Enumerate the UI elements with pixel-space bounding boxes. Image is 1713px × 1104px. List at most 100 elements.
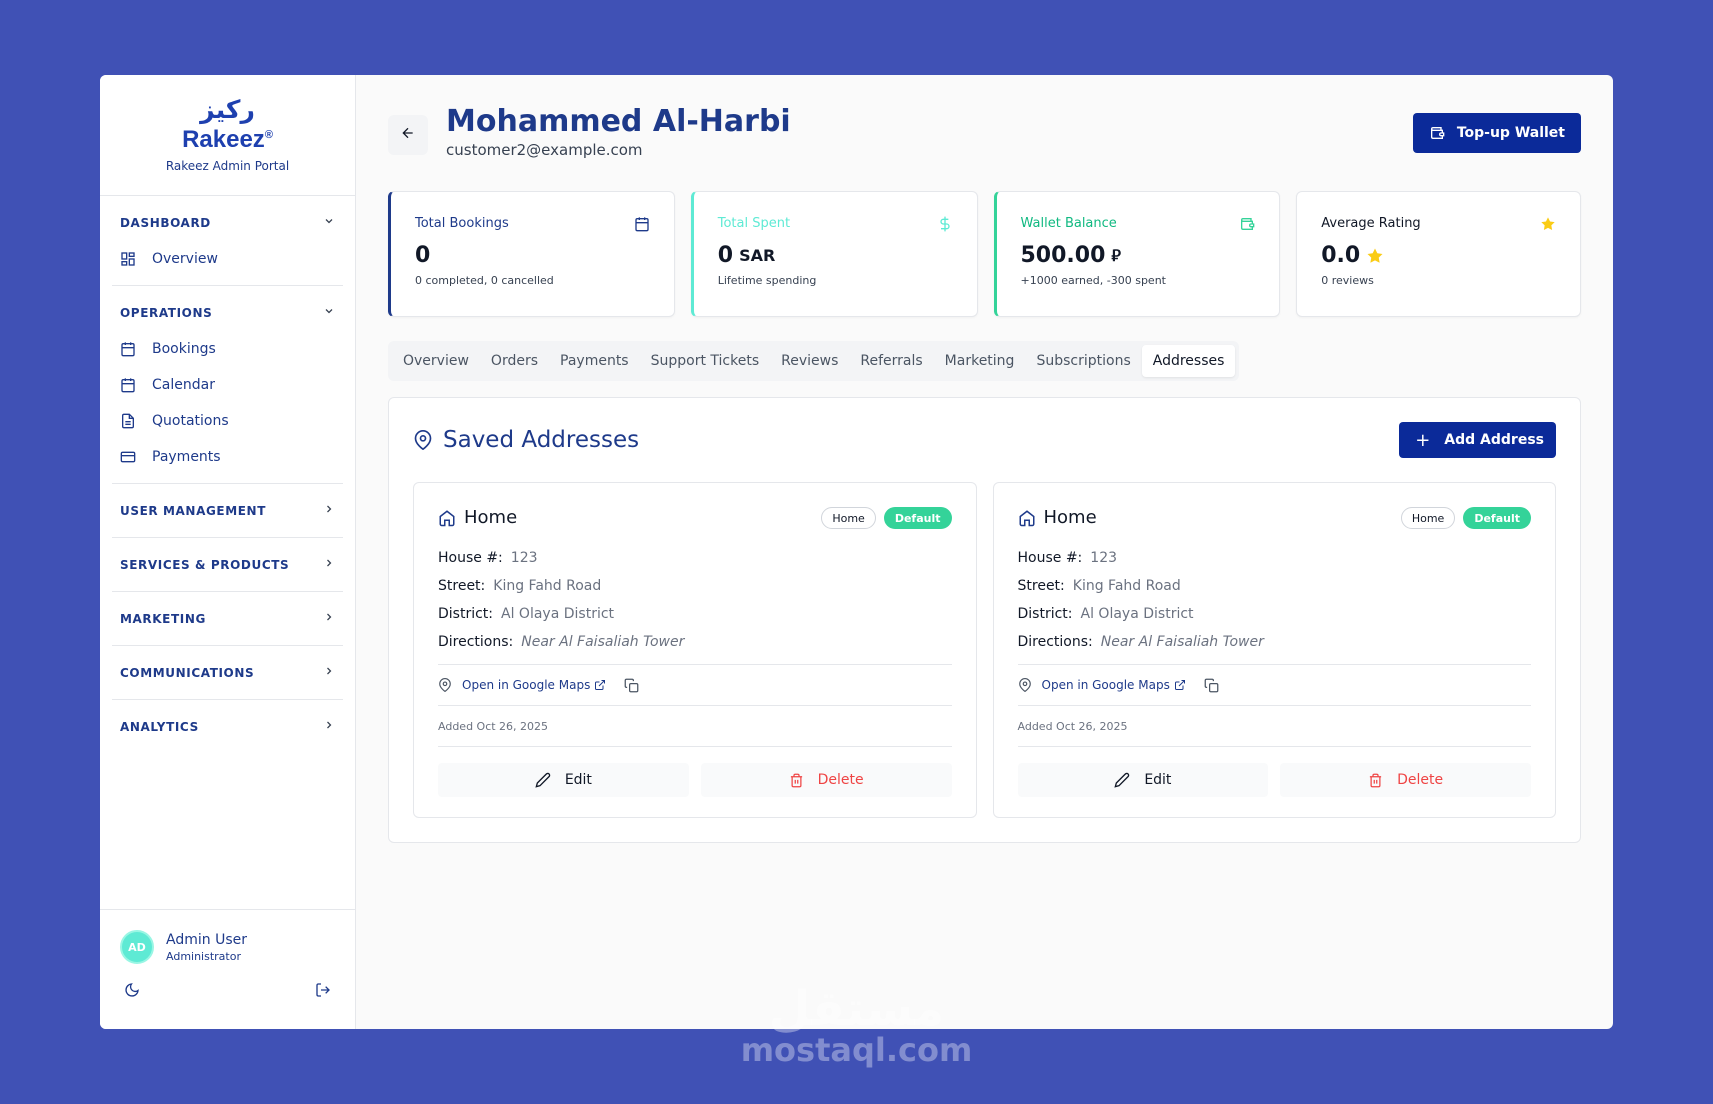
sidebar-item-quotations[interactable]: Quotations <box>112 403 343 439</box>
address-type-badge: Home <box>821 507 876 529</box>
stat-sub: 0 completed, 0 cancelled <box>415 274 554 287</box>
stat-card-total-bookings: Total Bookings 0 0 completed, 0 cancelle… <box>388 191 675 317</box>
app-window: ركيز Rakeez® Rakeez Admin Portal DASHBOA… <box>100 75 1613 1029</box>
home-icon <box>1018 509 1036 527</box>
brand-logo[interactable]: ركيز Rakeez® Rakeez Admin Portal <box>100 75 355 196</box>
dollar-icon <box>937 216 953 232</box>
stat-value: 0 <box>415 243 650 268</box>
sidebar-item-payments[interactable]: Payments <box>112 439 343 475</box>
topup-wallet-button[interactable]: Top-up Wallet <box>1412 113 1581 153</box>
customer-tabs: Overview Orders Payments Support Tickets… <box>388 341 1240 381</box>
stat-value-number: 0 <box>717 243 734 268</box>
calendar-icon <box>634 216 650 232</box>
address-cards: Home Home Default House #: 123 Street: Kin… <box>389 482 1580 818</box>
brand-name-text: Rakeez <box>182 126 265 153</box>
chevron-right-icon <box>323 503 335 518</box>
edit-button[interactable]: Edit <box>438 763 689 797</box>
tab-subscriptions[interactable]: Subscriptions <box>1025 345 1141 377</box>
sidebar-item-bookings[interactable]: Bookings <box>112 331 343 367</box>
star-icon <box>1540 216 1556 232</box>
home-icon <box>438 509 456 527</box>
nav-section-dashboard: DASHBOARD Overview <box>112 196 343 286</box>
address-card: Home Home Default House #: 123 Street: Kin… <box>413 482 977 818</box>
stat-card-wallet-balance: Wallet Balance 500.00 ⃁ +1000 earned, -30… <box>993 191 1281 317</box>
sidebar-item-overview[interactable]: Overview <box>112 241 343 277</box>
nav-section-label: SERVICES & PRODUCTS <box>120 557 290 572</box>
nav-section-label: ANALYTICS <box>120 719 199 734</box>
plus-icon: + <box>1415 429 1431 451</box>
divider <box>1017 746 1531 747</box>
field-label: District: <box>438 606 494 622</box>
nav-section-user-management-toggle[interactable]: USER MANAGEMENT <box>112 492 343 529</box>
nav-section-label: USER MANAGEMENT <box>120 503 266 518</box>
stat-label: Total Spent <box>717 216 791 231</box>
add-address-button[interactable]: + Add Address <box>1399 422 1556 458</box>
copy-icon[interactable] <box>1204 678 1219 693</box>
stat-label: Total Bookings <box>415 216 509 231</box>
credit-card-icon <box>120 449 136 465</box>
field-label: District: <box>1017 606 1073 622</box>
field-value: Al Olaya District <box>501 606 615 622</box>
edit-label: Edit <box>564 772 592 788</box>
nav-section-analytics-toggle[interactable]: ANALYTICS <box>112 708 343 745</box>
nav-section-services-products-toggle[interactable]: SERVICES & PRODUCTS <box>112 546 343 583</box>
field-directions: Directions: Near Al Faisaliah Tower <box>1018 628 1532 656</box>
edit-button[interactable]: Edit <box>1017 763 1269 797</box>
tab-support-tickets[interactable]: Support Tickets <box>640 345 771 377</box>
sidebar-item-label: Payments <box>152 449 221 465</box>
field-value: King Fahd Road <box>493 578 602 594</box>
field-label: Directions: <box>1017 634 1093 650</box>
addresses-panel-header: Saved Addresses + Add Address <box>389 398 1580 482</box>
divider <box>438 746 952 747</box>
chevron-right-icon <box>323 557 335 572</box>
tab-reviews[interactable]: Reviews <box>770 345 849 377</box>
copy-icon[interactable] <box>624 678 639 693</box>
map-pin-icon <box>413 430 433 450</box>
address-type-badge: Home <box>1400 507 1456 529</box>
tab-payments[interactable]: Payments <box>549 345 640 377</box>
back-button[interactable] <box>388 115 428 155</box>
edit-label: Edit <box>1144 772 1172 788</box>
stat-sub: +1000 earned, -300 spent <box>1020 274 1167 287</box>
delete-button[interactable]: Delete <box>700 763 952 797</box>
brand-arabic-name: ركيز <box>200 95 255 124</box>
stat-unit: SAR <box>739 246 776 265</box>
stats-row: Total Bookings 0 0 completed, 0 cancelle… <box>388 191 1581 317</box>
watermark: مستقل mostaql.com <box>0 985 1713 1067</box>
nav-section-marketing: MARKETING <box>112 592 343 646</box>
external-link-icon <box>594 679 606 691</box>
sidebar-item-label: Quotations <box>152 413 229 429</box>
chevron-right-icon <box>323 665 335 680</box>
avatar: AD <box>120 930 154 964</box>
addresses-panel: Saved Addresses + Add Address Home Home … <box>388 397 1581 843</box>
chevron-right-icon <box>323 719 335 734</box>
user-profile[interactable]: AD Admin User Administrator <box>100 910 355 964</box>
tab-orders[interactable]: Orders <box>480 345 549 377</box>
nav-section-operations-toggle[interactable]: OPERATIONS <box>112 294 343 331</box>
tab-addresses[interactable]: Addresses <box>1141 345 1236 377</box>
nav-section-label: DASHBOARD <box>120 215 211 230</box>
nav-section-communications-toggle[interactable]: COMMUNICATIONS <box>112 654 343 691</box>
address-fields: House #: 123 Street: King Fahd Road Distri… <box>1018 544 1532 656</box>
nav-section-label: MARKETING <box>120 611 206 626</box>
user-info: Admin User Administrator <box>166 932 247 963</box>
maps-row: Open in Google Maps <box>438 665 952 705</box>
delete-label: Delete <box>1397 772 1444 788</box>
calendar-days-icon <box>120 341 136 357</box>
open-google-maps-link[interactable]: Open in Google Maps <box>462 678 590 692</box>
sidebar-item-calendar[interactable]: Calendar <box>112 367 343 403</box>
nav-section-marketing-toggle[interactable]: MARKETING <box>112 600 343 637</box>
sidebar-nav: DASHBOARD Overview OPERATIONS Bookings C… <box>100 196 355 753</box>
tab-overview[interactable]: Overview <box>392 345 480 377</box>
map-pin-icon <box>438 678 452 692</box>
delete-button[interactable]: Delete <box>1280 763 1531 797</box>
field-house: House #: 123 <box>438 544 952 572</box>
open-google-maps-link[interactable]: Open in Google Maps <box>1042 678 1170 692</box>
tab-referrals[interactable]: Referrals <box>849 345 933 377</box>
nav-section-dashboard-toggle[interactable]: DASHBOARD <box>112 204 343 241</box>
nav-section-operations: OPERATIONS Bookings Calendar Quotations <box>112 286 343 484</box>
tab-marketing[interactable]: Marketing <box>934 345 1026 377</box>
watermark-latin: mostaql.com <box>740 1031 973 1069</box>
field-label: Street: <box>438 578 486 594</box>
default-badge: Default <box>1463 507 1531 529</box>
